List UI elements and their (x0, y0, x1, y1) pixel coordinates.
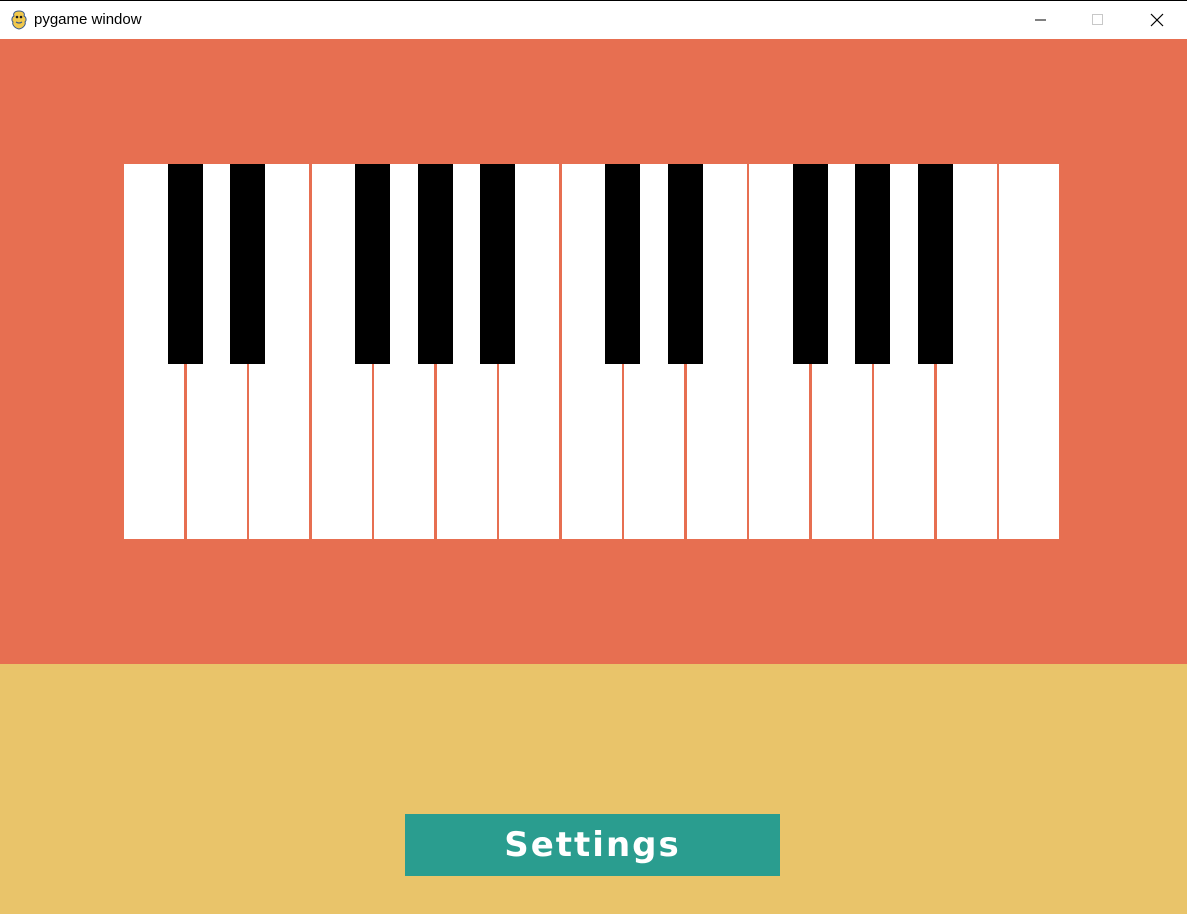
black-key[interactable] (855, 164, 890, 364)
piano-keyboard (124, 164, 1061, 539)
black-key[interactable] (480, 164, 515, 364)
settings-button[interactable]: Settings (405, 814, 780, 876)
maximize-button[interactable] (1069, 1, 1127, 39)
black-key[interactable] (418, 164, 453, 364)
maximize-icon (1092, 14, 1103, 25)
pygame-window: pygame window Settings (0, 0, 1187, 914)
black-key[interactable] (355, 164, 390, 364)
minimize-button[interactable] (1011, 1, 1069, 39)
black-key[interactable] (230, 164, 265, 364)
black-key[interactable] (605, 164, 640, 364)
minimize-icon (1035, 19, 1046, 21)
black-key[interactable] (168, 164, 203, 364)
piano-area (0, 39, 1187, 664)
black-key[interactable] (668, 164, 703, 364)
title-bar[interactable]: pygame window (0, 0, 1187, 39)
window-title: pygame window (34, 11, 142, 28)
black-key[interactable] (918, 164, 953, 364)
close-button[interactable] (1127, 1, 1187, 39)
pygame-snake-icon (10, 10, 28, 30)
black-key[interactable] (793, 164, 828, 364)
control-panel: Settings (0, 664, 1187, 914)
white-key[interactable] (999, 164, 1059, 539)
close-icon (1150, 13, 1164, 27)
